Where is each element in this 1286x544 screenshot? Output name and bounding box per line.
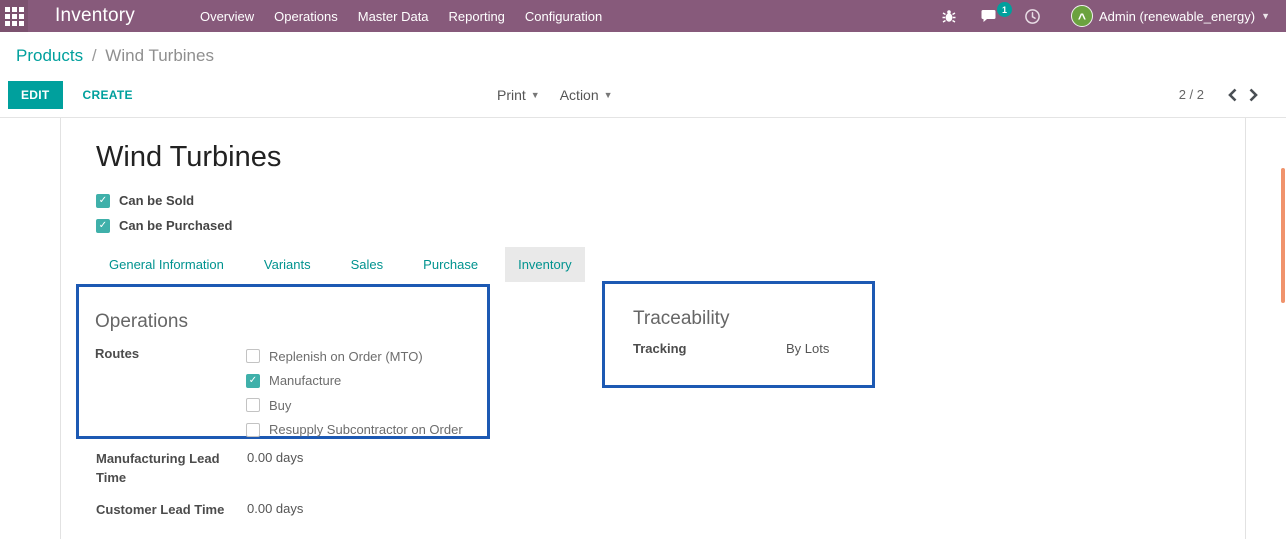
control-panel: EDIT CREATE Print ▼ Action ▼ 2 / 2 (0, 72, 1286, 118)
can-be-purchased-checkbox[interactable] (96, 218, 110, 233)
menu-operations[interactable]: Operations (274, 9, 338, 24)
operations-heading: Operations (95, 311, 188, 332)
manufacturing-lead-time-value: 0.00 days (247, 450, 304, 465)
customer-lead-time-value: 0.00 days (247, 501, 304, 516)
routes-field: Routes Replenish on Order (MTO) Manufact… (95, 344, 487, 442)
breadcrumb-current: Wind Turbines (105, 46, 214, 65)
user-name: Admin (renewable_energy) (1098, 8, 1256, 24)
vertical-scrollbar-thumb[interactable] (1281, 168, 1285, 303)
route-buy-checkbox[interactable] (246, 398, 260, 413)
tab-variants[interactable]: Variants (251, 247, 324, 282)
chevron-down-icon: ▼ (1261, 11, 1270, 21)
route-resupply-subcontractor-checkbox[interactable] (246, 422, 260, 437)
apps-menu-button[interactable] (0, 0, 28, 32)
traceability-annotation-box: Traceability Tracking By Lots (602, 281, 875, 388)
route-manufacture-label: Manufacture (269, 373, 342, 389)
pager-next-icon[interactable] (1243, 86, 1264, 104)
apps-grid-icon (4, 6, 24, 26)
topbar-right: 1 ^ Admin (renewable_energy) ▼ (941, 2, 1270, 27)
chevron-down-icon: ▼ (603, 89, 613, 100)
manufacturing-lead-time-label: Manufacturing Lead Time (96, 451, 220, 485)
customer-lead-time-label: Customer Lead Time (96, 502, 225, 517)
tab-general-information[interactable]: General Information (96, 247, 237, 282)
menu-reporting[interactable]: Reporting (449, 9, 505, 24)
manufacturing-lead-time-field: Manufacturing Lead Time 0.00 days (96, 449, 303, 487)
can-be-purchased-label: Can be Purchased (119, 218, 233, 233)
route-resupply-subcontractor-label: Resupply Subcontractor on Order (269, 422, 463, 438)
traceability-heading: Traceability (633, 308, 730, 329)
route-resupply-subcontractor-row: Resupply Subcontractor on Order (246, 418, 463, 443)
menu-overview[interactable]: Overview (200, 9, 254, 24)
pager-previous-icon[interactable] (1222, 86, 1243, 104)
pager-value: 2 / 2 (1178, 87, 1204, 102)
routes-label: Routes (95, 346, 140, 361)
tracking-field: Tracking By Lots (633, 341, 872, 356)
debug-bug-icon[interactable] (941, 8, 957, 24)
can-be-purchased-row: Can be Purchased (96, 213, 1245, 238)
product-flags: Can be Sold Can be Purchased (96, 188, 1245, 238)
action-dropdown[interactable]: Action ▼ (560, 87, 613, 103)
breadcrumb-products-link[interactable]: Products (16, 46, 83, 65)
can-be-sold-checkbox[interactable] (96, 193, 110, 208)
top-menu: Overview Operations Master Data Reportin… (200, 9, 602, 24)
tracking-label: Tracking (633, 341, 687, 356)
routes-list: Replenish on Order (MTO) Manufacture Buy… (246, 344, 463, 442)
message-count-badge: 1 (996, 2, 1012, 17)
pager: 2 / 2 (1179, 86, 1264, 104)
user-menu[interactable]: ^ Admin (renewable_energy) ▼ (1070, 5, 1270, 27)
route-replenish-mto-row: Replenish on Order (MTO) (246, 344, 463, 369)
route-manufacture-row: Manufacture (246, 369, 463, 394)
menu-master-data[interactable]: Master Data (358, 9, 429, 24)
activities-clock-icon[interactable] (1024, 8, 1041, 25)
lead-times-group: Manufacturing Lead Time 0.00 days Custom… (96, 449, 303, 532)
edit-button[interactable]: EDIT (8, 80, 63, 109)
route-replenish-mto-checkbox[interactable] (246, 349, 260, 364)
top-navbar: Inventory Overview Operations Master Dat… (0, 0, 1286, 32)
operations-annotation-box: Operations Routes Replenish on Order (MT… (76, 284, 490, 439)
messages-chat-icon[interactable]: 1 (981, 2, 1012, 24)
tracking-value: By Lots (786, 341, 830, 356)
avatar: ^ (1070, 5, 1093, 27)
can-be-sold-label: Can be Sold (119, 193, 195, 208)
customer-lead-time-field: Customer Lead Time 0.00 days (96, 500, 303, 519)
menu-configuration[interactable]: Configuration (525, 9, 602, 24)
notebook-tabs: General Information Variants Sales Purch… (96, 247, 1245, 282)
breadcrumb-separator: / (91, 46, 97, 65)
can-be-sold-row: Can be Sold (96, 188, 1245, 213)
control-panel-actions: Print ▼ Action ▼ (497, 87, 613, 103)
route-manufacture-checkbox[interactable] (246, 373, 260, 388)
print-dropdown[interactable]: Print ▼ (497, 87, 540, 103)
product-form-sheet: Wind Turbines Can be Sold Can be Purchas… (60, 118, 1246, 539)
tab-sales[interactable]: Sales (338, 247, 397, 282)
chevron-down-icon: ▼ (530, 89, 540, 100)
product-title: Wind Turbines (96, 141, 282, 173)
tab-purchase[interactable]: Purchase (410, 247, 491, 282)
inventory-product-page: Inventory Overview Operations Master Dat… (0, 0, 1286, 544)
route-replenish-mto-label: Replenish on Order (MTO) (269, 348, 423, 364)
tab-inventory[interactable]: Inventory (505, 247, 585, 282)
app-name[interactable]: Inventory (55, 5, 135, 27)
breadcrumb: Products / Wind Turbines (0, 32, 1286, 66)
route-buy-row: Buy (246, 393, 463, 418)
route-buy-label: Buy (269, 397, 292, 413)
create-button[interactable]: CREATE (83, 88, 133, 102)
